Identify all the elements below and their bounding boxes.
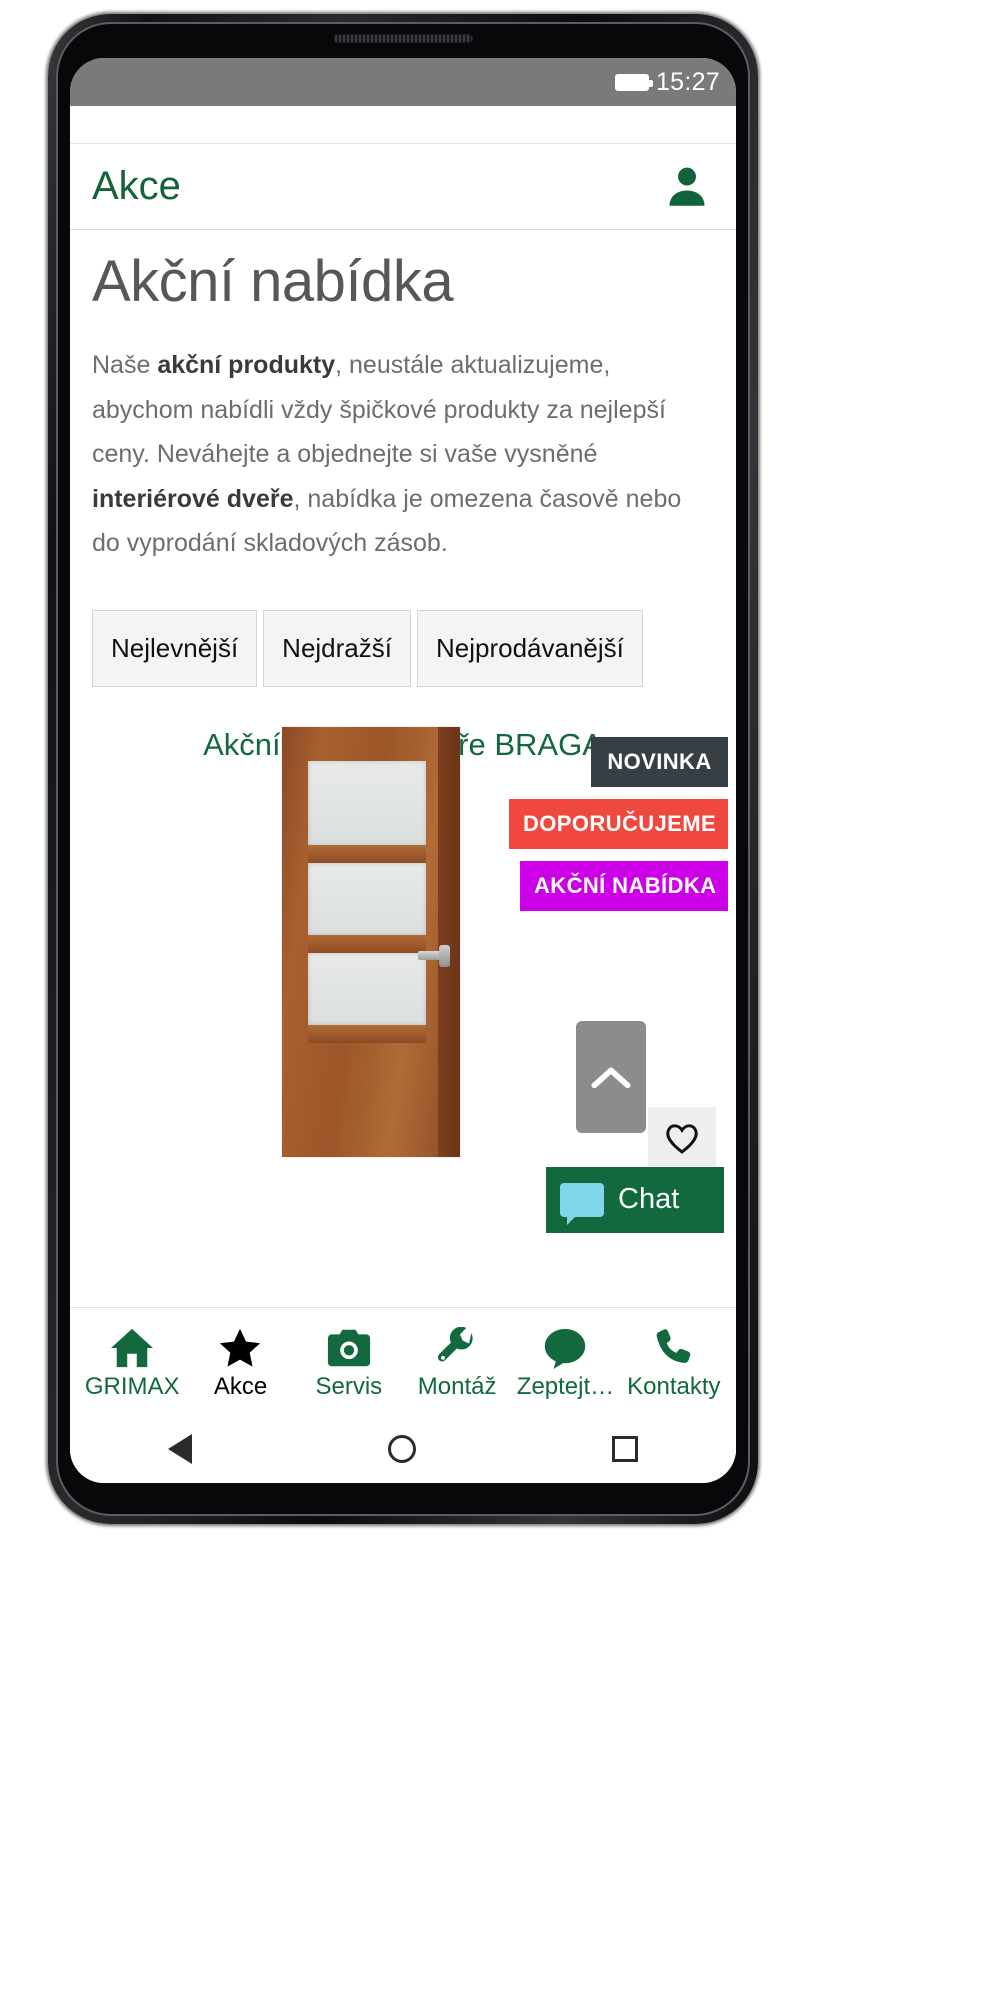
phone-screen: 15:27 Akce Akční nabídka Naše akční prod… [70, 58, 736, 1483]
battery-icon [614, 73, 653, 91]
chat-button[interactable]: Chat [546, 1166, 724, 1233]
filter-button-bestselling[interactable]: Nejprodávanější [417, 609, 643, 687]
door-rail-3 [308, 1024, 426, 1043]
chevron-up-icon [591, 1067, 631, 1088]
door-handle [418, 944, 450, 967]
heart-outline-icon [666, 1123, 698, 1154]
product-card: NOVINKA DOPORUČUJEME AKČNÍ NABÍDKA Chat … [70, 726, 736, 1247]
door-glass-panel-3 [308, 952, 426, 1025]
home-circle-icon[interactable] [388, 1435, 416, 1463]
intro-text-1: Naše [92, 351, 158, 379]
bottom-navigation-bar: GRIMAX Akce Servis Montáž Zeptejt… Konta… [70, 1307, 736, 1415]
door-glass-panel-1 [308, 760, 426, 845]
phone-icon [651, 1323, 697, 1369]
door-rail-2 [308, 934, 426, 953]
badge-doporucujeme: DOPORUČUJEME [509, 798, 728, 849]
nav-item-grimax[interactable]: GRIMAX [78, 1323, 186, 1401]
camera-icon [326, 1323, 372, 1369]
nav-label-kontakty: Kontakty [627, 1372, 721, 1400]
status-bar-time: 15:27 [655, 67, 720, 96]
speech-bubble-icon [542, 1323, 588, 1369]
nav-label-grimax: GRIMAX [84, 1372, 180, 1400]
wrench-icon [434, 1323, 480, 1369]
nav-item-servis[interactable]: Servis [295, 1323, 403, 1401]
page-title: Akční nabídka [92, 249, 454, 314]
door-right-edge [438, 726, 460, 1157]
filter-button-most-expensive[interactable]: Nejdražší [263, 609, 411, 687]
badge-novinka: NOVINKA [591, 736, 728, 787]
back-triangle-icon[interactable] [168, 1434, 192, 1464]
star-icon [217, 1323, 263, 1369]
nav-item-zeptejte-se[interactable]: Zeptejt… [511, 1323, 619, 1401]
nav-label-akce: Akce [213, 1372, 268, 1400]
product-badge-stack: NOVINKA DOPORUČUJEME AKČNÍ NABÍDKA [498, 736, 728, 923]
account-person-icon[interactable] [662, 162, 712, 212]
door-glass-panel-2 [308, 862, 426, 935]
intro-bold-1: akční produkty [157, 351, 336, 379]
chat-button-label: Chat [618, 1183, 680, 1215]
nav-label-montaz: Montáž [417, 1372, 497, 1400]
filter-button-row: Nejlevnější Nejdražší Nejprodávanější [70, 566, 736, 687]
door-rail-1 [308, 844, 426, 863]
chat-bubble-icon [560, 1182, 604, 1225]
intro-bold-2: interiérové dveře [92, 484, 294, 513]
android-system-nav [70, 1415, 736, 1483]
scroll-to-top-button[interactable] [576, 1020, 646, 1133]
nav-item-akce[interactable]: Akce [186, 1323, 294, 1401]
filter-button-cheapest[interactable]: Nejlevnější [92, 609, 258, 687]
recents-square-icon[interactable] [612, 1436, 638, 1462]
header-title: Akce [92, 164, 181, 208]
product-image-door[interactable] [282, 726, 460, 1157]
intro-paragraph: Naše akční produkty, neustále aktualizuj… [70, 321, 736, 566]
nav-item-kontakty[interactable]: Kontakty [620, 1323, 728, 1401]
browser-chrome-strip[interactable] [70, 106, 736, 144]
phone-frame: 15:27 Akce Akční nabídka Naše akční prod… [48, 14, 758, 1524]
nav-label-zeptejte-se: Zeptejt… [516, 1372, 615, 1400]
home-icon [109, 1323, 155, 1369]
status-bar: 15:27 [70, 58, 736, 106]
earpiece-speaker [333, 34, 473, 43]
badge-akcni-nabidka: AKČNÍ NABÍDKA [520, 860, 728, 911]
page-content: Akční nabídka Naše akční produkty, neust… [70, 230, 736, 1483]
app-header: Akce [70, 144, 736, 230]
nav-item-montaz[interactable]: Montáž [403, 1323, 511, 1401]
nav-label-servis: Servis [315, 1372, 383, 1400]
favourite-button[interactable] [648, 1106, 716, 1169]
